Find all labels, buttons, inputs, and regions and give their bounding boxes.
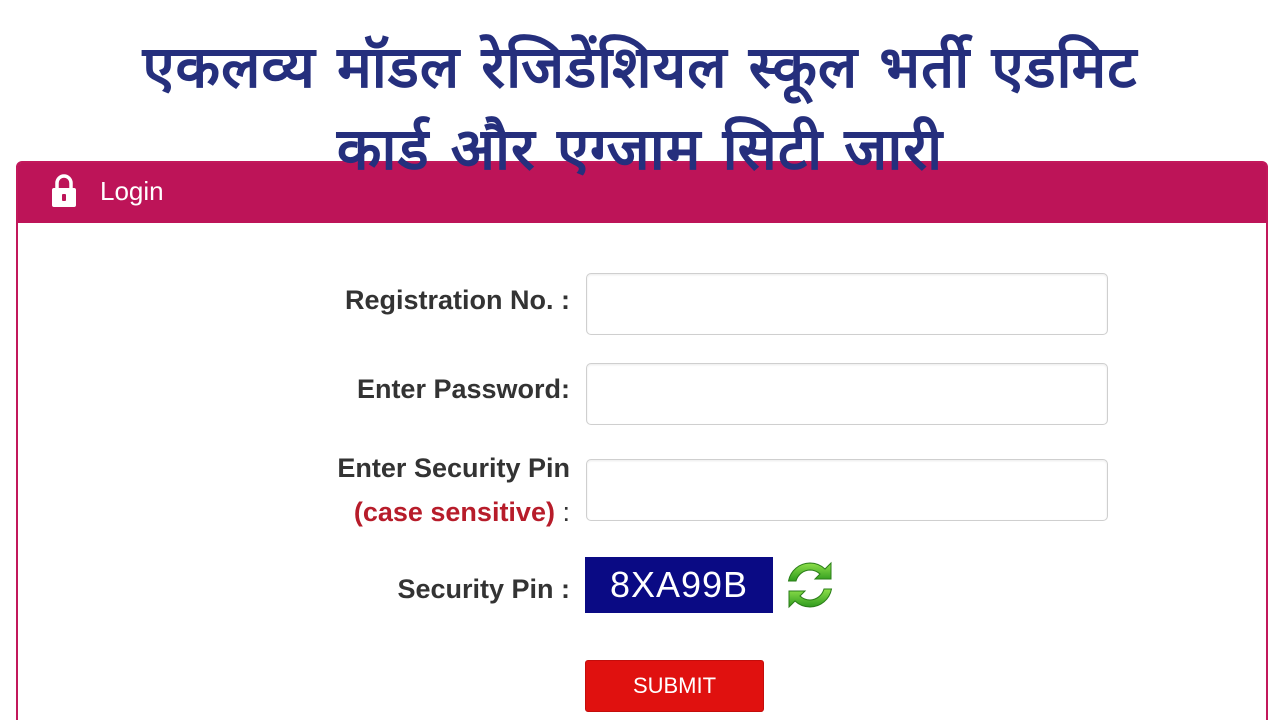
captcha-image: 8XA99B (585, 557, 773, 613)
case-sensitive-hint: (case sensitive) (353, 497, 555, 527)
headline-line-1: एकलव्य मॉडल रेजिडेंशियल स्कूल भर्ती एडमि… (142, 33, 1138, 101)
submit-button[interactable]: SUBMIT (585, 660, 764, 712)
case-sensitive-colon: : (562, 497, 570, 527)
captcha-label: Security Pin : (397, 574, 570, 604)
registration-input[interactable] (586, 273, 1108, 335)
registration-label: Registration No. : (344, 285, 570, 315)
security-pin-label-text: Enter Security Pin (337, 453, 570, 483)
refresh-icon[interactable] (780, 556, 840, 614)
headline-line-2: कार्ड और एग्जाम सिटी जारी (336, 115, 944, 183)
password-label: Enter Password: (356, 374, 570, 404)
password-input[interactable] (586, 363, 1108, 425)
page: Login एकलव्य मॉडल रेजिडेंशियल स्कूल भर्त… (0, 0, 1280, 720)
security-pin-input[interactable] (586, 459, 1108, 521)
headline: एकलव्य मॉडल रेजिडेंशियल स्कूल भर्ती एडमि… (0, 26, 1280, 190)
login-panel: Login (16, 161, 1268, 720)
security-pin-label: Enter Security Pin (case sensitive) : (10, 451, 570, 529)
